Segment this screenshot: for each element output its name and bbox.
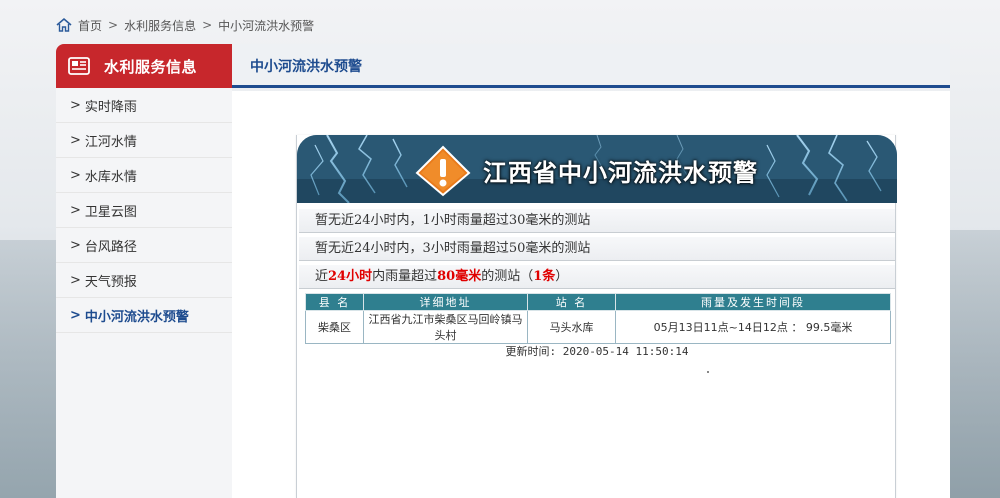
rainfall-table: 县 名 详细地址 站 名 雨量及发生时间段 柴桑区 江西省九江市柴桑区马回岭镇马… [305,293,891,344]
chevron-right-icon: > [70,132,81,148]
background-decoration-left [0,240,60,498]
sidebar-item-satellite-cloud[interactable]: > 卫星云图 [56,193,232,228]
cell-county: 柴桑区 [305,310,364,344]
notice-text: ） [555,269,569,284]
home-icon[interactable] [56,17,72,33]
column-header-rainfall: 雨量及发生时间段 [615,293,891,311]
sidebar-item-label: 台风路径 [84,239,137,255]
column-header-address: 详细地址 [363,293,528,311]
notice-24hour-rain: 近24小时内雨量超过80毫米的测站（1条） [299,265,895,289]
sidebar-item-label: 天气预报 [84,274,137,290]
sidebar-item-river-water[interactable]: > 江河水情 [56,123,232,158]
warning-panel: 江西省中小河流洪水预警 暂无近24小时内，1小时雨量超过30毫米的测站 暂无近2… [296,135,897,498]
sidebar-item-label: 卫星云图 [84,204,137,220]
cell-rainfall: 05月13日11点~14日12点 ： 99.5毫米 [615,310,891,344]
breadcrumb: 首页 > 水利服务信息 > 中小河流洪水预警 [56,14,314,36]
sidebar-item-typhoon-path[interactable]: > 台风路径 [56,228,232,263]
chevron-right-icon: > [70,237,81,253]
column-header-county: 县 名 [305,293,364,311]
main-content: 江西省中小河流洪水预警 暂无近24小时内，1小时雨量超过30毫米的测站 暂无近2… [232,91,950,498]
notice-highlight-hours: 24小时 [328,269,373,284]
background-decoration-right [948,230,1000,498]
sidebar-item-label: 中小河流洪水预警 [84,309,189,325]
sidebar-item-label: 实时降雨 [84,99,137,115]
breadcrumb-home-link[interactable]: 首页 [78,17,102,34]
section-header: 中小河流洪水预警 [232,44,950,88]
chevron-right-icon: > [70,272,81,288]
sidebar-nav: > 实时降雨 > 江河水情 > 水库水情 > 卫星云图 > 台风路径 > 天气预… [56,88,232,498]
sidebar-item-realtime-rain[interactable]: > 实时降雨 [56,88,232,123]
decorative-dot [707,371,709,373]
cell-station: 马头水库 [527,310,616,344]
section-title: 中小河流洪水预警 [250,59,362,75]
notice-text: 近 [315,269,329,284]
breadcrumb-separator: > [202,18,213,32]
table-row: 柴桑区 江西省九江市柴桑区马回岭镇马头村 马头水库 05月13日11点~14日1… [305,310,891,344]
chevron-right-icon: > [70,97,81,113]
sidebar-item-reservoir-water[interactable]: > 水库水情 [56,158,232,193]
chevron-right-icon: > [70,202,81,218]
newspaper-icon [68,57,90,75]
chevron-right-icon: > [70,167,81,183]
notice-1hour-rain: 暂无近24小时内，1小时雨量超过30毫米的测站 [299,209,895,233]
sidebar-item-flood-warning[interactable]: > 中小河流洪水预警 [56,298,232,333]
column-header-station: 站 名 [527,293,616,311]
notice-text: 的测站（ [481,269,534,284]
breadcrumb-separator: > [108,18,119,32]
sidebar-item-weather-forecast[interactable]: > 天气预报 [56,263,232,298]
sidebar-item-label: 江河水情 [84,134,137,150]
notice-text: 内雨量超过 [372,269,438,284]
sidebar-header: 水利服务信息 [56,44,232,88]
notice-highlight-count: 1条 [533,269,556,284]
banner-title: 江西省中小河流洪水预警 [483,159,758,187]
breadcrumb-level1-link[interactable]: 水利服务信息 [124,17,196,34]
warning-banner: 江西省中小河流洪水预警 [297,135,897,203]
sidebar-item-label: 水库水情 [84,169,137,185]
table-header-row: 县 名 详细地址 站 名 雨量及发生时间段 [305,293,891,311]
breadcrumb-current: 中小河流洪水预警 [218,18,315,33]
chevron-right-icon: > [70,307,81,323]
content-container: 水利服务信息 中小河流洪水预警 > 实时降雨 > 江河水情 > 水库水情 > 卫… [56,44,950,498]
cell-address: 江西省九江市柴桑区马回岭镇马头村 [363,310,528,344]
notice-highlight-mm: 80毫米 [437,269,482,284]
warning-icon [413,145,473,197]
sidebar-title: 水利服务信息 [104,57,198,76]
notice-3hour-rain: 暂无近24小时内，3小时雨量超过50毫米的测站 [299,237,895,261]
update-time: 更新时间: 2020-05-14 11:50:14 [505,345,689,358]
